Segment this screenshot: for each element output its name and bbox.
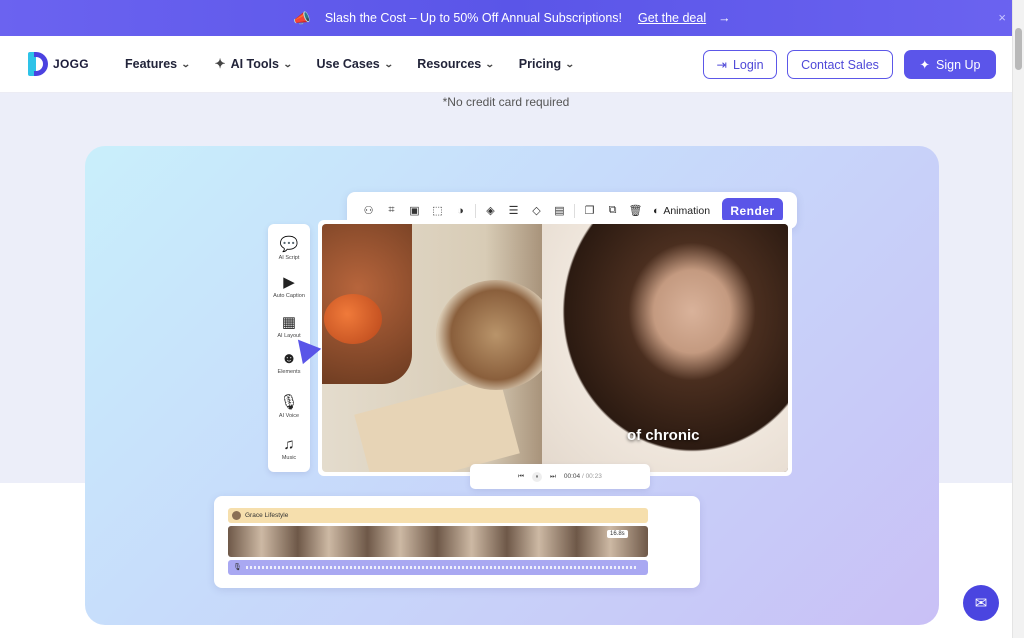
menu-features-label: Features [125,57,178,71]
rail-item-ai-script[interactable]: 💬 AI Script [268,236,310,261]
pie-image [436,280,556,390]
animation-icon: ◐ [653,204,660,217]
layers-icon[interactable]: ◇ [525,204,548,217]
rail-label: Auto Caption [273,293,305,299]
video-frame: of chronic [322,224,788,472]
rail-label: Music [281,455,297,461]
chat-icon: ✉ [974,595,988,612]
arrow-right-icon: → [718,11,731,25]
rail-label: Elements [277,369,301,375]
ai-voice-icon: 🎙 [279,394,299,411]
avatar-track[interactable]: Grace Lifestyle [228,508,648,523]
menu-ai-tools[interactable]: ✦ AI Tools ⌄ [214,56,293,72]
trash-icon[interactable]: 🗑 [624,204,647,217]
chat-widget-button[interactable]: ✉ [963,585,999,621]
chevron-down-icon: ⌄ [180,58,191,69]
get-deal-link[interactable]: Get the deal [638,11,706,25]
logo-text: JOGG [53,57,89,71]
crop-icon[interactable]: ⌗ [380,204,403,217]
page-scrollbar[interactable] [1012,0,1024,638]
login-label: Login [732,57,764,72]
login-button[interactable]: ⇥ Login [703,50,777,79]
video-caption: of chronic [627,427,700,444]
logo-mark-icon [28,52,48,76]
copy-icon[interactable]: ⧉ [601,204,624,217]
megaphone-icon: 📣 [293,9,311,26]
playback-controls: ⏮ ⏸ ⏭ 00:04 / 00:23 [470,464,650,489]
image-icon[interactable]: ▣ [403,204,426,217]
rail-item-music[interactable]: ♫ Music [268,436,310,461]
shapes-icon[interactable]: ⚇ [357,204,380,217]
banner-text: Slash the Cost – Up to 50% Off Annual Su… [324,11,622,25]
color-drop-icon[interactable]: ◈ [479,204,502,217]
contact-sales-button[interactable]: Contact Sales [787,50,893,79]
align-icon[interactable]: ☰ [502,204,525,217]
top-navigation: JOGG Features ⌄ ✦ AI Tools ⌄ Use Cases ⌄… [0,36,1012,93]
menu-resources-label: Resources [417,57,482,71]
pause-icon[interactable]: ⏸ [532,471,542,482]
ai-script-icon: 💬 [279,236,299,253]
scrollbar-thumb[interactable] [1015,28,1022,70]
ai-layout-icon: ▦ [281,314,297,331]
toolbar-divider [574,203,575,218]
current-time: 00:04 [563,473,581,480]
pumpkin-image [324,294,382,344]
sparkle-wand-icon: ✦ [214,56,226,71]
login-icon: ⇥ [716,58,727,72]
track-name: Grace Lifestyle [245,512,289,519]
audio-waveform [246,566,636,569]
menu-resources[interactable]: Resources ⌄ [417,56,495,72]
main-menu: Features ⌄ ✦ AI Tools ⌄ Use Cases ⌄ Reso… [125,56,575,72]
chevron-down-icon: ⌄ [565,58,575,69]
cloth-image [354,375,520,472]
menu-pricing-label: Pricing [518,57,562,71]
music-icon: ♫ [283,436,295,453]
toolbar-divider [475,203,476,218]
rail-item-auto-caption[interactable]: ▶ Auto Caption [268,274,310,299]
total-time: / 00:23 [581,473,602,480]
menu-pricing[interactable]: Pricing ⌄ [518,56,575,72]
video-preview[interactable]: of chronic [318,220,792,476]
timeline-panel: Grace Lifestyle 16.8s 🎙 [214,496,700,588]
avatar [232,511,241,520]
menu-use-cases[interactable]: Use Cases ⌄ [316,56,394,72]
sign-up-label: Sign Up [936,57,981,72]
sign-up-button[interactable]: ✦ Sign Up [904,50,996,79]
sparkle-wand-icon: ✦ [919,58,930,72]
rail-label: AI Voice [278,413,300,419]
auto-caption-icon: ▶ [283,274,295,291]
chevron-down-icon: ⌄ [383,58,394,69]
audio-track[interactable]: 🎙 [228,560,648,575]
no-credit-card-note: *No credit card required [442,95,570,109]
background-icon[interactable]: ▤ [548,204,571,217]
rail-item-ai-voice[interactable]: 🎙 AI Voice [268,394,310,419]
menu-ai-tools-label: AI Tools [230,57,279,71]
promo-banner: 📣 Slash the Cost – Up to 50% Off Annual … [0,0,1024,36]
menu-use-cases-label: Use Cases [316,57,380,71]
skip-forward-icon[interactable]: ⏭ [550,473,556,481]
mic-icon: 🎙 [233,564,242,571]
select-area-icon[interactable]: ⬚ [426,204,449,217]
menu-features[interactable]: Features ⌄ [125,56,191,72]
video-frames-track[interactable] [228,526,648,557]
chevron-down-icon: ⌄ [282,58,293,69]
animation-label: Animation [663,204,711,217]
skip-back-icon[interactable]: ⏮ [518,473,524,481]
contrast-icon[interactable]: ◑ [449,205,472,217]
close-banner-icon[interactable]: × [998,10,1006,25]
duplicate-icon[interactable]: ❐ [578,204,601,217]
contact-sales-label: Contact Sales [801,57,879,72]
chevron-down-icon: ⌄ [485,58,495,69]
animation-button[interactable]: ◐ Animation [653,205,710,217]
clip-duration: 16.8s [607,530,628,538]
rail-label: AI Script [278,255,300,261]
jogg-logo[interactable]: JOGG [28,52,89,76]
